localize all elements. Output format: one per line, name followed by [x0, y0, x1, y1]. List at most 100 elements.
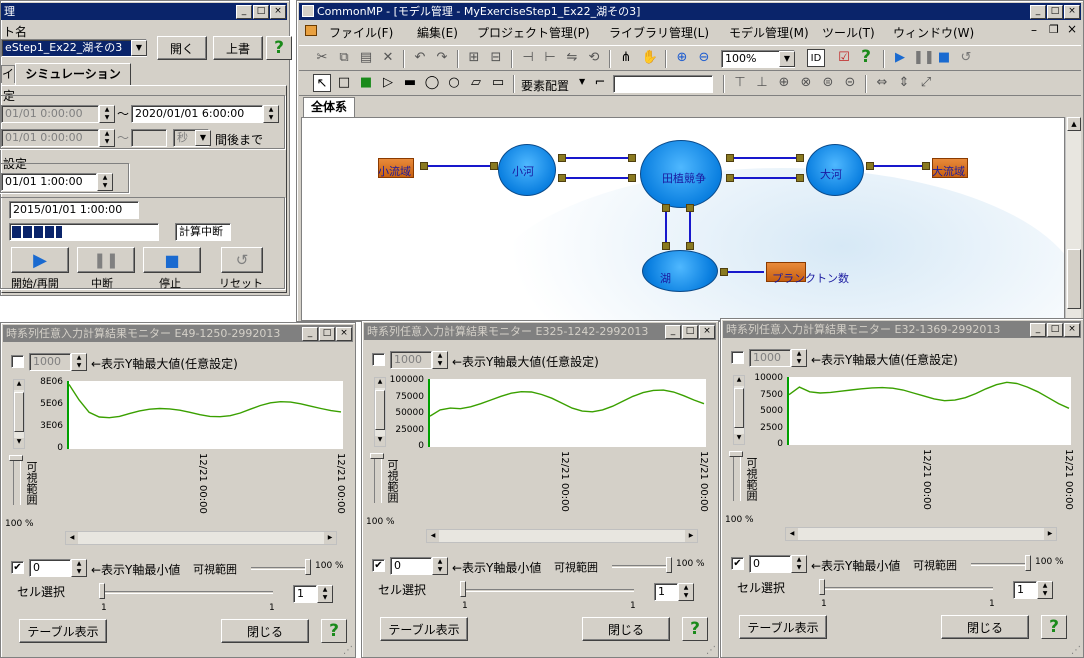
cell-spin[interactable]: ▲ ▼ [1037, 581, 1053, 599]
copy-icon[interactable]: ⧉ [335, 49, 353, 67]
menu-tools[interactable]: ツール(T) [822, 24, 875, 41]
maximize-icon[interactable]: □ [1047, 5, 1063, 19]
flip-icon[interactable]: ⇋ [563, 49, 581, 67]
ymax-checkbox[interactable] [731, 351, 744, 364]
close-icon[interactable]: × [336, 327, 352, 341]
scroll-right-icon[interactable]: ▶ [1044, 528, 1056, 540]
span-time-spin[interactable]: ▲ ▼ [99, 129, 115, 147]
minimize-icon[interactable]: _ [1030, 323, 1046, 337]
pointer-icon[interactable]: ↖ [313, 74, 331, 92]
table-view-button[interactable]: テーブル表示 [739, 615, 827, 639]
stop-icon[interactable]: ■ [935, 49, 953, 67]
tab-simulation[interactable]: シミュレーション [15, 63, 131, 85]
cell-input[interactable]: 1 [293, 585, 317, 603]
scroll-left-icon[interactable]: ◀ [786, 528, 798, 540]
align-middle-icon[interactable]: ⊥ [753, 74, 771, 92]
scroll-right-icon[interactable]: ▶ [324, 532, 336, 544]
rounded-rect-icon[interactable]: ▭ [489, 74, 507, 92]
zoom-vscroll[interactable]: ▲ ▼ [13, 379, 25, 449]
redo-icon[interactable]: ↷ [433, 49, 451, 67]
align-bottom-icon[interactable]: ⊗ [797, 74, 815, 92]
triangle-tool-icon[interactable]: ▷ [379, 74, 397, 92]
open-button[interactable]: 開く [157, 36, 207, 60]
menu-library[interactable]: ライブラリ管理(L) [609, 24, 709, 41]
close-monitor-button[interactable]: 閉じる [582, 617, 670, 641]
cell-spin[interactable]: ▲ ▼ [678, 583, 694, 601]
layout-dropdown-icon[interactable]: ▼ [579, 77, 585, 86]
step-time-field[interactable]: 01/01 1:00:00 [1, 173, 97, 191]
menu-model[interactable]: モデル管理(M) [729, 24, 809, 41]
span-count-field[interactable] [131, 129, 167, 147]
cell-slider[interactable] [101, 591, 273, 594]
zoom-out-icon[interactable]: ⊖ [695, 49, 713, 67]
help-button[interactable]: ? [266, 36, 292, 60]
cell-input[interactable]: 1 [654, 583, 678, 601]
visible-range-slider[interactable] [612, 565, 672, 568]
visible-range-slider[interactable] [251, 567, 311, 570]
green-rect-icon[interactable]: ■ [357, 74, 375, 92]
play-button[interactable]: ▶ [11, 247, 69, 273]
close-icon[interactable]: × [1064, 5, 1080, 19]
check-icon[interactable]: ☑ [835, 49, 853, 67]
table-view-button[interactable]: テーブル表示 [19, 619, 107, 643]
align-right-icon[interactable]: ⊢ [541, 49, 559, 67]
span-time-field[interactable]: 01/01 0:00:00 [1, 129, 99, 147]
delete-icon[interactable]: ✕ [379, 49, 397, 67]
ungroup-icon[interactable]: ⊟ [487, 49, 505, 67]
paste-icon[interactable]: ▤ [357, 49, 375, 67]
cut-icon[interactable]: ✂ [313, 49, 331, 67]
visible-range-vslider[interactable] [9, 455, 23, 505]
start-time-spin[interactable]: ▲ ▼ [99, 105, 115, 123]
tab-info[interactable]: イ [1, 65, 15, 83]
mdi-close-icon[interactable]: × [1067, 22, 1077, 36]
cell-slider-thumb[interactable] [819, 579, 825, 595]
tab-all-system[interactable]: 全体系 [303, 97, 355, 117]
layout-label[interactable]: 要素配置 [521, 77, 569, 94]
scroll-right-icon[interactable]: ▶ [685, 530, 697, 542]
menu-project[interactable]: プロジェクト管理(P) [477, 24, 590, 41]
visible-range-vslider[interactable] [729, 451, 743, 501]
undo-icon[interactable]: ↶ [411, 49, 429, 67]
overwrite-button[interactable]: 上書 [213, 36, 263, 60]
network-icon[interactable]: ⋔ [617, 49, 635, 67]
pond-node[interactable] [642, 250, 718, 292]
help-button[interactable]: ? [682, 617, 708, 641]
cell-slider[interactable] [462, 589, 634, 592]
step-time-spin[interactable]: ▲ ▼ [97, 173, 113, 191]
ymax-spin[interactable]: ▲ ▼ [432, 351, 448, 369]
end-time-field[interactable]: 2020/01/01 6:00:00 [131, 105, 263, 123]
reset-button[interactable]: ↺ [221, 247, 263, 273]
table-view-button[interactable]: テーブル表示 [380, 617, 468, 641]
chart-hscroll[interactable]: ◀ ▶ [426, 529, 698, 543]
ymin-input[interactable]: 0 [749, 555, 791, 573]
minimize-icon[interactable]: _ [665, 325, 681, 339]
vslider-thumb[interactable] [370, 453, 384, 459]
mdi-minimize-icon[interactable]: – [1031, 23, 1037, 37]
minimize-icon[interactable]: _ [1030, 5, 1046, 19]
filled-rect-icon[interactable]: ▬ [401, 74, 419, 92]
visible-range-thumb[interactable] [666, 557, 672, 573]
distribute-v-icon[interactable]: ⊝ [841, 74, 859, 92]
cell-slider-thumb[interactable] [460, 581, 466, 597]
group-icon[interactable]: ⊞ [465, 49, 483, 67]
mdi-restore-icon[interactable]: ❐ [1049, 23, 1059, 36]
end-time-spin[interactable]: ▲ ▼ [263, 105, 279, 123]
cell-input[interactable]: 1 [1013, 581, 1037, 599]
ymin-spin[interactable]: ▲ ▼ [432, 557, 448, 575]
visible-range-thumb[interactable] [1025, 555, 1031, 571]
menu-edit[interactable]: 編集(E) [417, 24, 458, 41]
visible-range-thumb[interactable] [305, 559, 311, 575]
ymax-checkbox[interactable] [372, 353, 385, 366]
rotate-icon[interactable]: ⟲ [585, 49, 603, 67]
cell-slider[interactable] [821, 587, 993, 590]
pause-button[interactable]: ❚❚ [77, 247, 135, 273]
layout-input[interactable] [613, 75, 713, 93]
close-monitor-button[interactable]: 閉じる [221, 619, 309, 643]
start-time-field[interactable]: 01/01 0:00:00 [1, 105, 99, 123]
distribute-h-icon[interactable]: ⊜ [819, 74, 837, 92]
connector-icon[interactable]: ⌐ [591, 74, 609, 92]
help-button[interactable]: ? [1041, 615, 1067, 639]
chart-hscroll[interactable]: ◀ ▶ [785, 527, 1057, 541]
align-left-icon[interactable]: ⊣ [519, 49, 537, 67]
minimize-icon[interactable]: _ [302, 327, 318, 341]
